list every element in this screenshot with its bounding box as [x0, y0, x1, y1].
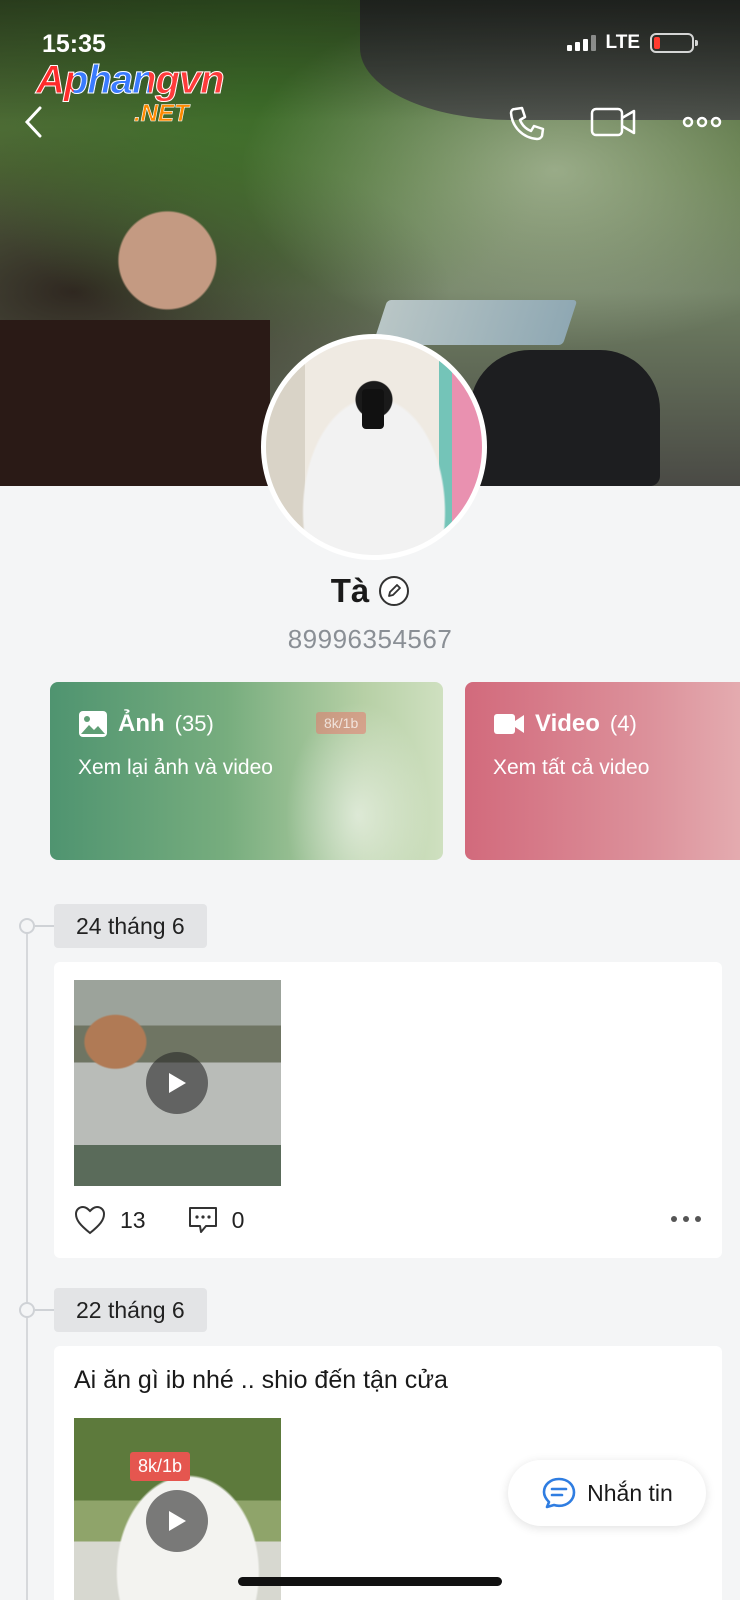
- post-caption: Ai ăn gì ib nhé .. shio đến tận cửa: [74, 1366, 448, 1394]
- heart-icon: [74, 1205, 106, 1235]
- timeline-post[interactable]: 13 0: [54, 962, 722, 1258]
- play-button[interactable]: [146, 1490, 208, 1552]
- timeline-dot: [19, 1302, 55, 1318]
- profile-avatar[interactable]: [261, 334, 487, 560]
- photos-card-subtitle: Xem lại ảnh và video: [78, 756, 273, 779]
- back-button[interactable]: [22, 104, 46, 145]
- photo-card-tag: 8k/1b: [316, 712, 367, 734]
- play-icon: [169, 1073, 186, 1093]
- price-tag: 8k/1b: [130, 1452, 191, 1481]
- edit-name-button[interactable]: [379, 576, 410, 606]
- network-label: LTE: [605, 32, 640, 53]
- call-button[interactable]: [506, 104, 546, 149]
- profile-phone: 89996354567: [287, 624, 453, 654]
- post-video-thumbnail[interactable]: [74, 980, 281, 1186]
- comment-count: 0: [231, 1206, 245, 1233]
- like-count: 13: [120, 1206, 146, 1233]
- videos-card-subtitle: Xem tất cả video: [493, 756, 650, 779]
- photos-card-title: Ảnh: [118, 710, 165, 737]
- watermark-logo: Aphangvn .NET: [36, 58, 226, 128]
- phone-icon: [509, 106, 545, 141]
- chevron-left-icon: [24, 106, 42, 138]
- watermark-line2: .NET: [134, 100, 189, 128]
- videos-card[interactable]: Video (4) Xem tất cả video: [465, 682, 740, 860]
- videos-card-title: Video: [535, 710, 600, 737]
- profile-name: Tà: [330, 572, 370, 609]
- comment-button[interactable]: 0: [188, 1205, 245, 1235]
- pencil-icon: [388, 584, 402, 597]
- timeline-line: [26, 924, 28, 1600]
- more-horizontal-icon: [682, 116, 722, 128]
- send-message-button[interactable]: Nhắn tin: [508, 1460, 706, 1526]
- video-call-button[interactable]: [590, 104, 636, 145]
- post-video-thumbnail[interactable]: 8k/1b: [74, 1418, 281, 1600]
- signal-icon: [566, 35, 596, 51]
- chat-bubble-icon: [542, 1477, 576, 1509]
- videos-card-count: (4): [609, 711, 637, 736]
- more-options-button[interactable]: [682, 104, 722, 145]
- status-time: 15:35: [42, 30, 106, 58]
- post-date-chip: 24 tháng 6: [54, 904, 207, 948]
- video-camera-icon: [590, 107, 636, 137]
- like-button[interactable]: 13: [74, 1205, 146, 1235]
- video-camera-icon: [494, 714, 524, 734]
- photos-card[interactable]: 8k/1b Ảnh (35) Xem lại ảnh và video: [50, 682, 443, 860]
- post-date-chip: 22 tháng 6: [54, 1288, 207, 1332]
- play-icon: [169, 1511, 186, 1531]
- profile-name-row: Tà: [0, 572, 740, 610]
- watermark-line1: Aphangvn: [36, 58, 226, 103]
- timeline-dot: [19, 918, 55, 934]
- image-icon: [79, 711, 107, 737]
- more-horizontal-icon: [671, 1216, 701, 1222]
- play-button[interactable]: [146, 1052, 208, 1114]
- comment-icon: [188, 1207, 217, 1233]
- post-more-button[interactable]: [670, 1211, 702, 1229]
- status-bar: 15:35 LTE: [42, 26, 698, 62]
- photos-card-count: (35): [174, 711, 214, 736]
- battery-icon: [650, 33, 698, 53]
- home-indicator: [238, 1577, 502, 1586]
- send-message-label: Nhắn tin: [587, 1479, 673, 1506]
